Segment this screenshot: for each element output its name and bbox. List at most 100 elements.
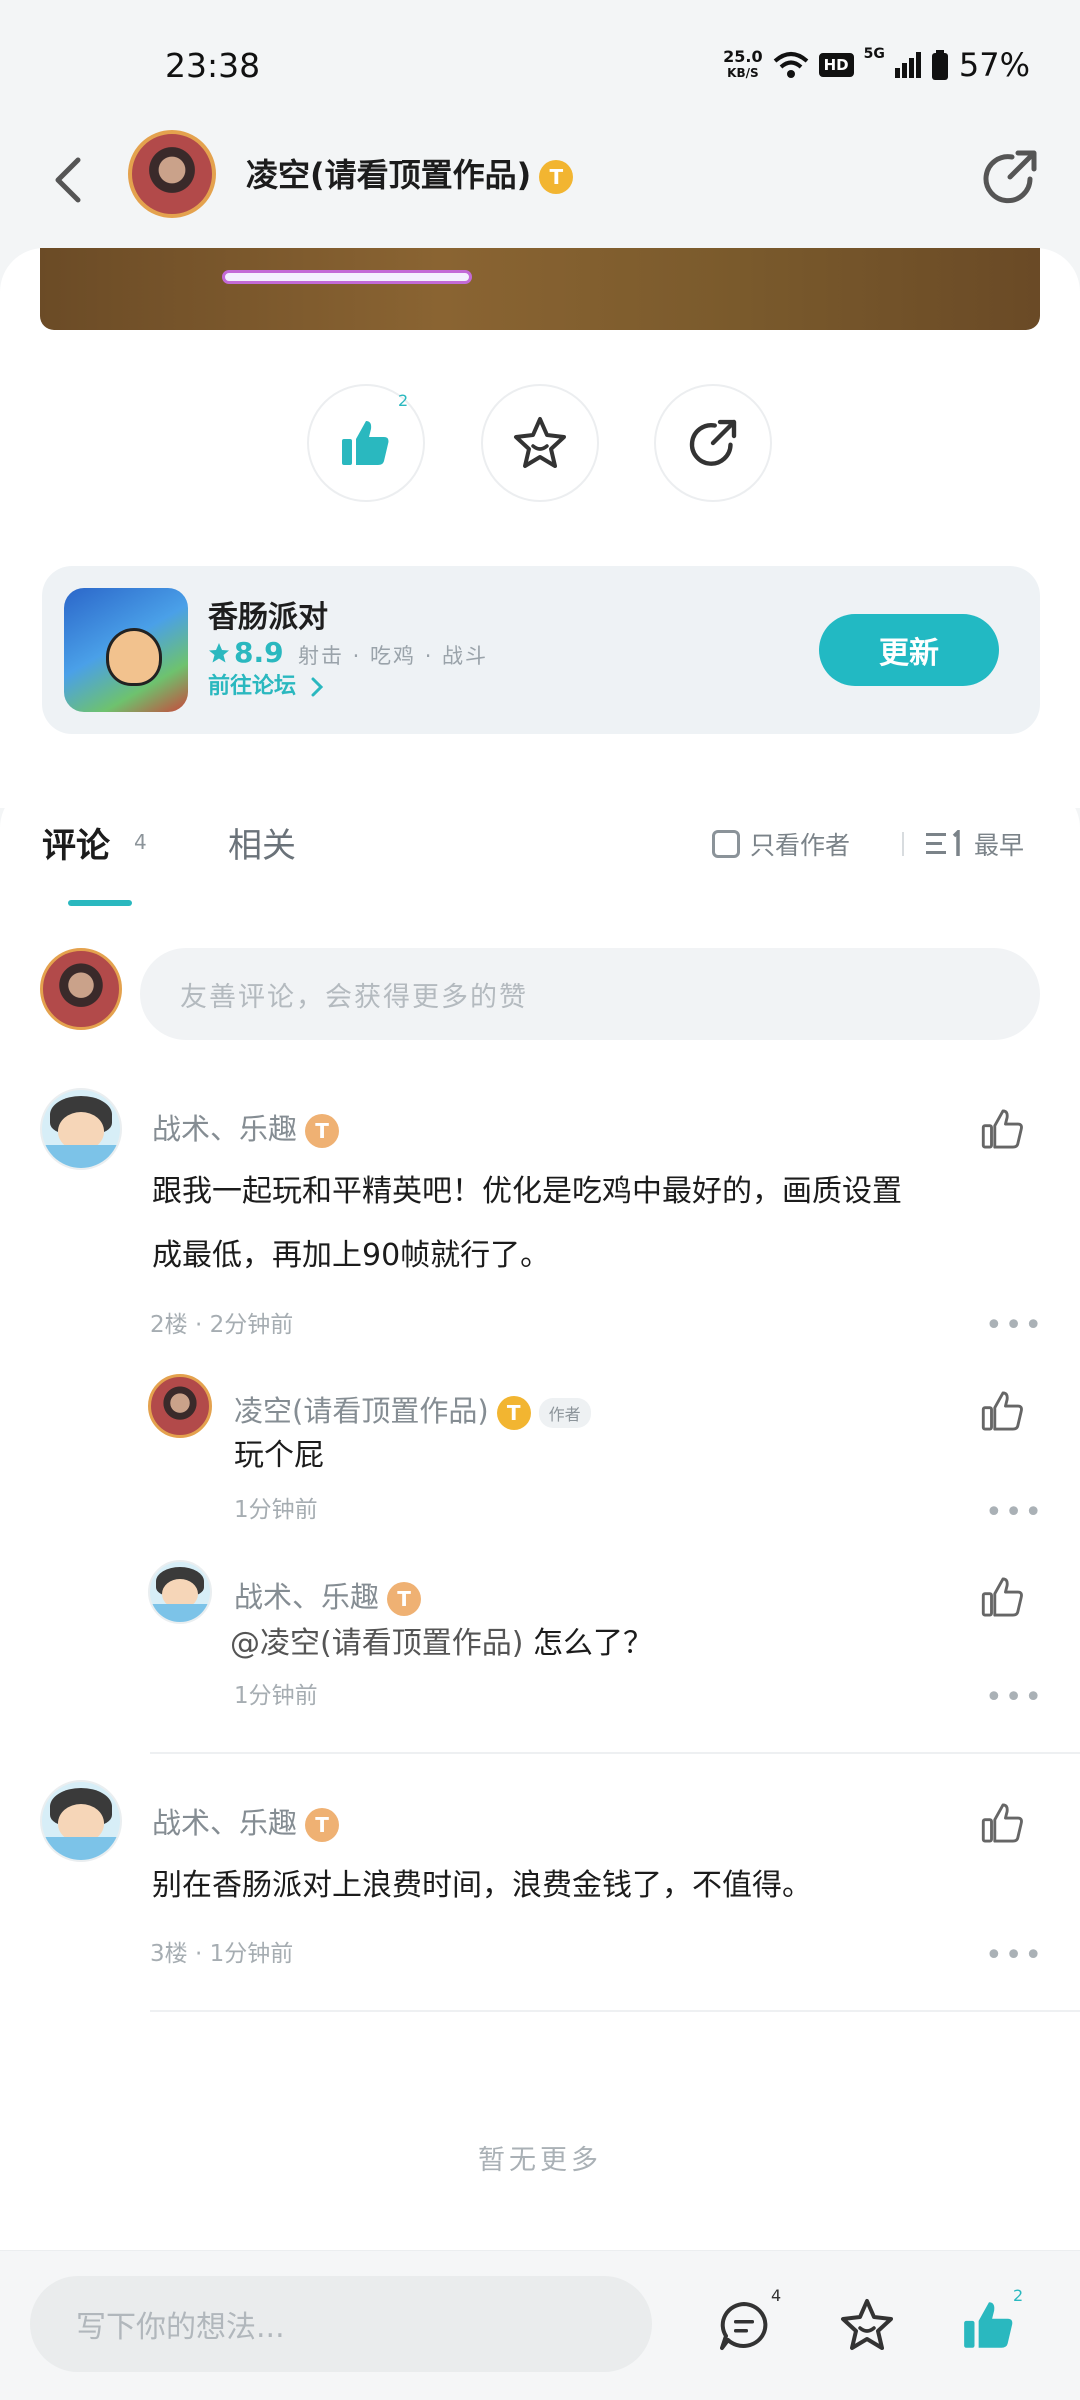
comment-author[interactable]: 战术、乐趣 T [152, 1800, 340, 1842]
chevron-left-icon [55, 157, 81, 203]
net-speed-value: 25.0 [723, 47, 763, 66]
comment-meta: 2楼 · 2分钟前 [150, 1312, 294, 1338]
author-tag: 作者 [538, 1398, 591, 1428]
thumbs-up-icon [981, 1391, 1023, 1431]
share-icon [983, 150, 1037, 204]
game-name: 香肠派对 [208, 600, 328, 635]
back-button[interactable] [42, 150, 92, 210]
comment-like-button[interactable] [980, 1106, 1026, 1152]
share-icon [689, 419, 737, 466]
comment-button[interactable] [716, 2298, 772, 2354]
comment-author-name: 战术、乐趣 [152, 1806, 298, 1840]
author-avatar[interactable] [128, 130, 216, 218]
forum-link[interactable]: 前往论坛 [208, 668, 324, 700]
comment-input[interactable]: 友善评论，会获得更多的赞 [140, 948, 1040, 1040]
star-filled-icon [209, 642, 229, 662]
comment-text: 玩个屁 [234, 1438, 324, 1473]
sort-icon [926, 830, 960, 856]
comment-author[interactable]: 战术、乐趣 T [234, 1574, 422, 1616]
author-name[interactable]: 凌空(请看顶置作品) T [246, 150, 574, 196]
chevron-right-icon [311, 677, 323, 697]
star-icon [514, 417, 566, 468]
status-icons: 25.0 KB/S HD 5G 57% [723, 46, 1030, 84]
net-speed: 25.0 KB/S [723, 48, 762, 82]
wifi-icon [773, 52, 808, 78]
thumbs-up-icon [981, 1803, 1023, 1843]
comment-line: 跟我一起玩和平精英吧！优化是吃鸡中最好的，画质设置 [152, 1174, 902, 1209]
more-options-button[interactable]: ••• [985, 1680, 1044, 1715]
more-options-button[interactable]: ••• [985, 1308, 1044, 1343]
favorite-button[interactable] [481, 384, 599, 502]
mention-link[interactable]: @凌空(请看顶置作品) [230, 1626, 523, 1661]
game-rating: 8.9 [208, 636, 284, 669]
comment-author-name: 战术、乐趣 [234, 1580, 380, 1614]
forum-link-label: 前往论坛 [208, 674, 297, 699]
comment-bubble-icon [720, 2302, 768, 2350]
level-badge: T [305, 1114, 340, 1148]
thumbs-up-icon [981, 1109, 1023, 1149]
more-options-button[interactable]: ••• [985, 1938, 1044, 1973]
only-author-toggle[interactable]: 只看作者 [712, 826, 850, 862]
reply-text: 怎么了？ [532, 1626, 653, 1661]
post-image[interactable] [40, 248, 1040, 330]
share-action-button[interactable] [654, 384, 772, 502]
thumbs-up-icon [342, 421, 389, 465]
avatar[interactable] [40, 1780, 122, 1862]
thumbs-up-icon [964, 2302, 1013, 2348]
signal-icon [894, 52, 921, 78]
avatar[interactable] [148, 1560, 212, 1624]
comment-count: 4 [771, 2286, 782, 2305]
my-avatar [40, 948, 122, 1030]
no-more-label: 暂无更多 [478, 2145, 602, 2176]
like-count: 2 [398, 391, 409, 410]
network-label: 5G [863, 46, 885, 62]
battery-icon [931, 50, 948, 80]
comment-text: 别在香肠派对上浪费时间，浪费金钱了，不值得。 [152, 1868, 812, 1903]
favorite-button[interactable] [838, 2296, 896, 2354]
comment-text: 跟我一起玩和平精英吧！优化是吃鸡中最好的，画质设置 成最低，再加上90帧就行了。 [152, 1160, 1032, 1288]
comment-meta: 1分钟前 [234, 1683, 318, 1709]
comment-line: 成最低，再加上90帧就行了。 [152, 1238, 551, 1273]
star-icon [841, 2299, 893, 2350]
battery-percent: 57% [958, 46, 1030, 84]
game-tags: 射击 · 吃鸡 · 战斗 [298, 644, 489, 668]
sort-label: 最早 [974, 831, 1025, 860]
level-badge: T [496, 1396, 531, 1430]
only-author-label: 只看作者 [750, 831, 851, 860]
tab-comments[interactable]: 评论 [42, 818, 110, 867]
tab-indicator [68, 900, 132, 906]
divider [150, 1752, 1080, 1754]
avatar[interactable] [148, 1374, 212, 1438]
reply-input[interactable]: 写下你的想法... [30, 2276, 652, 2372]
comment-author-name: 战术、乐趣 [152, 1112, 298, 1146]
comment-text: @凌空(请看顶置作品) 怎么了？ [230, 1612, 653, 1676]
update-button[interactable]: 更新 [819, 614, 999, 686]
comment-author-name: 凌空(请看顶置作品) [234, 1394, 489, 1428]
comment-meta: 3楼 · 1分钟前 [150, 1941, 294, 1967]
thumbs-up-icon [981, 1577, 1023, 1617]
level-badge: T [305, 1808, 340, 1842]
comment-like-button[interactable] [980, 1574, 1026, 1620]
share-button[interactable] [978, 145, 1042, 209]
like-count: 2 [1013, 2286, 1024, 2305]
divider [902, 832, 904, 856]
author-name-text: 凌空(请看顶置作品) [246, 156, 532, 194]
comment-meta: 1分钟前 [234, 1497, 318, 1523]
game-icon[interactable] [64, 588, 188, 712]
divider [150, 2010, 1080, 2012]
more-options-button[interactable]: ••• [985, 1495, 1044, 1530]
tab-related[interactable]: 相关 [228, 818, 296, 867]
comment-author[interactable]: 战术、乐趣 T [152, 1106, 340, 1148]
level-badge: T [539, 160, 574, 194]
sort-toggle[interactable]: 最早 [926, 826, 1024, 862]
image-detail [222, 270, 472, 284]
comments-count: 4 [134, 830, 147, 854]
avatar[interactable] [40, 1088, 122, 1170]
rating-value: 8.9 [234, 636, 284, 669]
hd-badge: HD [818, 53, 854, 77]
level-badge: T [387, 1582, 422, 1616]
like-button[interactable] [960, 2296, 1018, 2354]
comment-like-button[interactable] [980, 1800, 1026, 1846]
checkbox-icon [712, 830, 740, 858]
comment-like-button[interactable] [980, 1388, 1026, 1434]
